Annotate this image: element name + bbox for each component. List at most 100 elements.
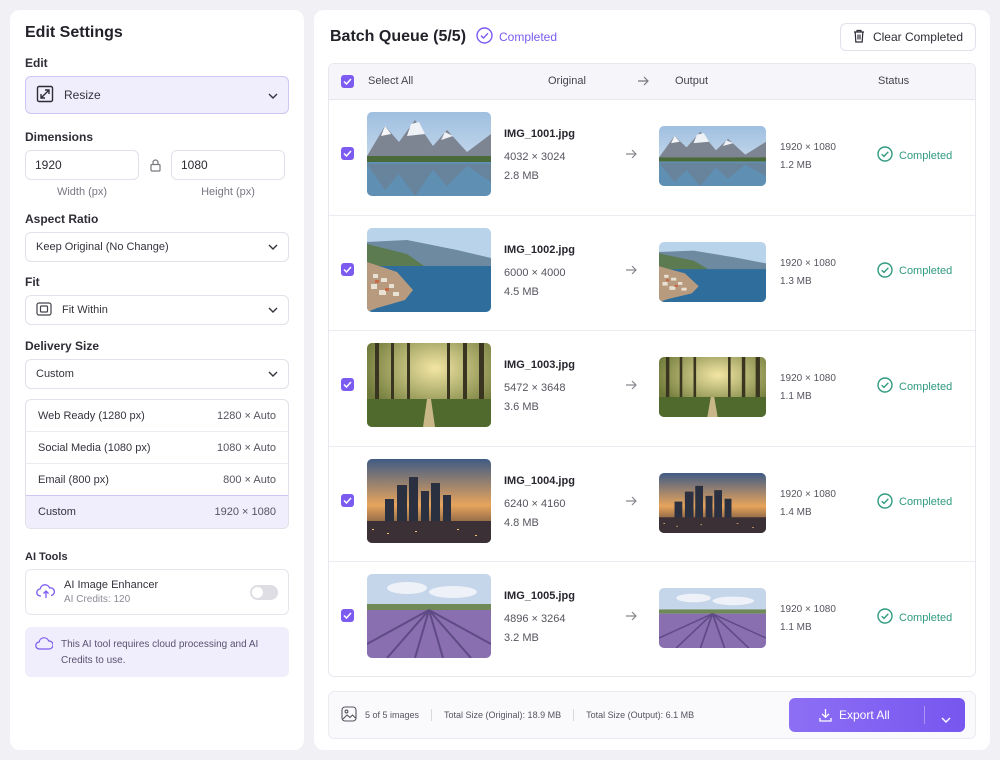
chevron-down-icon (268, 241, 278, 253)
output-size: 1.1 MB (780, 622, 812, 634)
images-icon (341, 706, 357, 724)
output-thumbnail[interactable] (659, 126, 766, 186)
edit-label: Edit (25, 56, 48, 70)
original-dimensions: 6240 × 4160 (504, 497, 566, 510)
row-checkbox[interactable] (341, 262, 354, 276)
original-thumbnail[interactable] (367, 458, 491, 543)
export-all-button[interactable]: Export All (789, 698, 965, 732)
original-size: 4.5 MB (504, 285, 539, 298)
fit-label: Fit (25, 275, 40, 289)
ai-note: This AI tool requires cloud processing a… (25, 627, 289, 677)
check-circle-icon (877, 377, 893, 396)
file-name: IMG_1005.jpg (504, 590, 575, 603)
status-column-header: Status (878, 75, 910, 87)
file-name: IMG_1003.jpg (504, 359, 575, 372)
chevron-down-icon[interactable] (941, 712, 951, 726)
row-checkbox[interactable] (341, 147, 354, 160)
delivery-presets-list: Web Ready (1280 px) 1280 × Auto Social Me… (25, 399, 289, 529)
queue-footer: 5 of 5 images Total Size (Original): 18.… (328, 691, 976, 739)
file-name: IMG_1001.jpg (504, 128, 575, 140)
output-dimensions: 1920 × 1080 (780, 142, 836, 153)
row-checkbox[interactable] (341, 493, 354, 507)
original-size: 2.8 MB (504, 170, 539, 182)
table-row: IMG_1005.jpg 4896 × 3264 3.2 MB 1920 × 1… (329, 562, 975, 676)
check-circle-icon (877, 261, 893, 281)
dimensions-row: 1920 1080 (25, 150, 289, 180)
cloud-icon (35, 637, 54, 667)
output-size: 1.1 MB (780, 391, 812, 403)
original-dimensions: 5472 × 3648 (504, 382, 566, 395)
arrow-right-icon (625, 264, 637, 278)
table-row: IMG_1003.jpg 5472 × 3648 3.6 MB 1920 × 1… (329, 331, 975, 447)
check-circle-icon (877, 493, 893, 512)
preset-value: 1280 × Auto (216, 409, 276, 422)
output-thumbnail[interactable] (659, 472, 766, 533)
preset-value: 800 × Auto (223, 473, 276, 486)
export-all-label: Export All (839, 708, 890, 722)
preset-email[interactable]: Email (800 px) 800 × Auto (26, 464, 288, 496)
original-dimensions: 4896 × 3264 (504, 613, 566, 626)
preset-custom[interactable]: Custom 1920 × 1080 (26, 495, 288, 528)
original-thumbnail[interactable] (367, 574, 491, 659)
output-thumbnail[interactable] (659, 241, 766, 302)
check-circle-icon (877, 146, 893, 165)
edit-mode-select[interactable]: Resize (25, 76, 289, 114)
arrow-right-icon (625, 148, 637, 162)
clear-completed-button[interactable]: Clear Completed (839, 23, 976, 51)
status-text: Completed (899, 265, 953, 278)
row-checkbox[interactable] (341, 378, 354, 392)
check-circle-icon (476, 27, 493, 47)
status-text: Completed (899, 380, 953, 393)
preset-value: 1080 × Auto (216, 441, 276, 454)
table-row: IMG_1002.jpg 6000 × 4000 4.5 MB 1920 × 1… (329, 216, 975, 332)
output-thumbnail[interactable] (659, 357, 766, 418)
file-name: IMG_1002.jpg (504, 243, 575, 256)
edit-settings-panel: Edit Settings Edit Resize Dimensions 192… (10, 10, 304, 750)
check-circle-icon (877, 608, 893, 627)
aspect-ratio-select[interactable]: Keep Original (No Change) (25, 232, 289, 262)
output-size: 1.4 MB (780, 506, 812, 518)
queue-status-badge: Completed (476, 27, 557, 47)
queue-table: Select All Original Output Status IMG_10… (328, 63, 976, 677)
fit-icon (36, 301, 52, 319)
original-dimensions: 4032 × 3024 (504, 151, 566, 163)
total-size-output: Total Size (Output): 6.1 MB (586, 710, 695, 720)
original-thumbnail[interactable] (367, 112, 491, 196)
original-size: 3.6 MB (504, 401, 539, 414)
original-thumbnail[interactable] (367, 343, 491, 428)
width-input[interactable]: 1920 (25, 150, 139, 180)
fit-select[interactable]: Fit Within (25, 295, 289, 325)
ai-enhancer-toggle[interactable] (250, 584, 278, 600)
delivery-size-select[interactable]: Custom (25, 359, 289, 389)
status-badge: Completed (877, 377, 952, 396)
preset-name: Email (800 px) (38, 473, 109, 486)
arrow-right-icon (625, 610, 637, 624)
output-dimensions: 1920 × 1080 (780, 373, 836, 385)
preset-name: Custom (38, 506, 76, 518)
chevron-down-icon (268, 368, 278, 380)
arrow-right-icon (625, 379, 637, 393)
arrow-right-icon (637, 76, 649, 89)
panel-title: Edit Settings (25, 24, 123, 41)
status-badge: Completed (877, 493, 952, 512)
output-size: 1.3 MB (780, 275, 812, 287)
preset-value: 1920 × 1080 (214, 506, 276, 518)
ai-tools-label: AI Tools (25, 551, 68, 563)
height-input[interactable]: 1080 (171, 150, 285, 180)
output-dimensions: 1920 × 1080 (780, 604, 836, 616)
preset-social-media[interactable]: Social Media (1080 px) 1080 × Auto (26, 432, 288, 464)
select-all-label[interactable]: Select All (368, 75, 413, 87)
original-dimensions: 6000 × 4000 (504, 266, 566, 279)
status-text: Completed (899, 496, 953, 509)
original-size: 4.8 MB (504, 516, 539, 529)
select-all-checkbox[interactable] (341, 75, 354, 88)
output-dimensions: 1920 × 1080 (780, 257, 836, 269)
original-thumbnail[interactable] (367, 227, 491, 312)
lock-icon[interactable] (149, 158, 161, 172)
delivery-size-label: Delivery Size (25, 339, 100, 353)
output-thumbnail[interactable] (659, 588, 766, 649)
table-row: IMG_1001.jpg 4032 × 3024 2.8 MB 1920 × 1… (329, 100, 975, 216)
preset-web-ready[interactable]: Web Ready (1280 px) 1280 × Auto (26, 400, 288, 432)
height-caption: Height (px) (201, 186, 255, 198)
row-checkbox[interactable] (341, 609, 354, 623)
